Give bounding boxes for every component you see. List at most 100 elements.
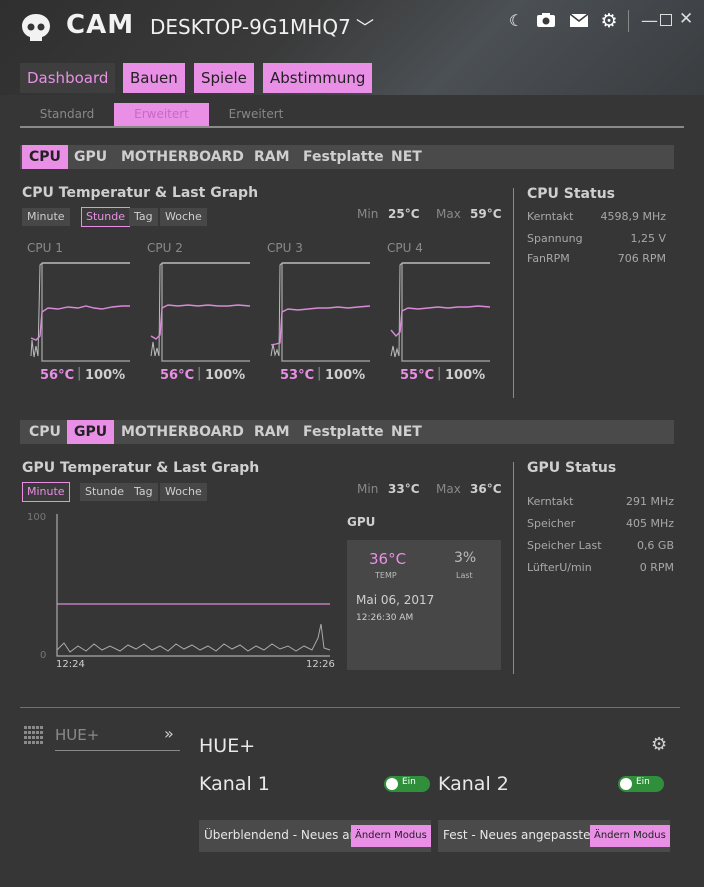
cpu4-graph xyxy=(388,260,492,364)
toggle-knob xyxy=(386,778,398,790)
cpu3-temp: 53°C xyxy=(280,368,315,383)
cpu1-label: CPU 1 xyxy=(27,241,63,255)
cpu-graph-title: CPU Temperatur & Last Graph xyxy=(22,185,259,201)
divider xyxy=(628,10,629,32)
cpu3-sep: | xyxy=(317,366,322,381)
gpu-graph-xstart: 12:24 xyxy=(56,659,85,670)
cpu4-load: 100% xyxy=(445,368,486,383)
camera-icon[interactable] xyxy=(536,12,556,28)
gpu-range-minute[interactable]: Minute xyxy=(22,482,70,502)
moon-icon[interactable]: ☾ xyxy=(506,11,526,31)
gpu-status-value: 405 MHz xyxy=(625,517,674,530)
gpu-status-value: 0,6 GB xyxy=(636,539,674,552)
cpu3-label: CPU 3 xyxy=(267,241,303,255)
cat-cpu[interactable]: CPU xyxy=(22,420,68,444)
toggle-label: Ein xyxy=(636,777,650,787)
cat-motherboard[interactable]: MOTHERBOARD xyxy=(114,420,251,444)
cpu-range-woche[interactable]: Woche xyxy=(160,208,207,226)
section-divider xyxy=(20,707,680,708)
gpu-range-woche[interactable]: Woche xyxy=(160,483,207,501)
channel2-toggle[interactable]: Ein xyxy=(618,776,664,792)
toggle-knob xyxy=(620,778,632,790)
tab-dashboard[interactable]: Dashboard xyxy=(20,63,116,93)
cpu-range-minute[interactable]: Minute xyxy=(22,208,70,226)
subtab-erweitert-active[interactable]: Erweitert xyxy=(114,103,209,126)
cpu1-load: 100% xyxy=(85,368,126,383)
cat-ram[interactable]: RAM xyxy=(247,145,297,169)
tab-spiele[interactable]: Spiele xyxy=(194,63,254,93)
gear-icon[interactable]: ⚙ xyxy=(651,734,667,755)
minimize-icon[interactable]: — xyxy=(641,11,658,31)
cat-festplatte[interactable]: Festplatte xyxy=(296,145,391,169)
cpu2-load: 100% xyxy=(205,368,246,383)
cpu4-sep: | xyxy=(437,366,442,381)
gpu-graph xyxy=(56,514,331,657)
grid-icon xyxy=(24,726,43,744)
cpu-range-tag[interactable]: Tag xyxy=(129,208,158,226)
gpu-min-label: Min xyxy=(357,482,379,496)
cpu-status-key: FanRPM xyxy=(527,252,570,265)
subtab-erweitert[interactable]: Erweitert xyxy=(209,103,303,126)
gpu-status-key: Speicher xyxy=(527,517,576,530)
close-icon[interactable]: ✕ xyxy=(679,9,693,29)
channel1-name: Kanal 1 xyxy=(199,773,270,795)
gpu-max-label: Max xyxy=(436,482,461,496)
maximize-icon[interactable] xyxy=(660,14,672,26)
gear-icon[interactable]: ⚙ xyxy=(599,11,619,31)
cpu-status-value: 1,25 V xyxy=(630,232,666,245)
gpu-status-value: 0 RPM xyxy=(639,561,674,574)
channel2-mode: Fest - Neues angepasstes xyxy=(443,828,593,842)
channel1-mode-box: Überblendend - Neues an Ändern Modus xyxy=(199,820,431,852)
cpu1-sep: | xyxy=(77,366,82,381)
gpu-range-stunde[interactable]: Stunde xyxy=(80,483,129,501)
cat-motherboard[interactable]: MOTHERBOARD xyxy=(114,145,251,169)
cpu-category-bar: CPU GPU MOTHERBOARD RAM Festplatte NET xyxy=(20,145,674,169)
cat-net[interactable]: NET xyxy=(384,420,429,444)
channel1-toggle[interactable]: Ein xyxy=(384,776,430,792)
cat-festplatte[interactable]: Festplatte xyxy=(296,420,391,444)
cpu-status-divider xyxy=(513,188,514,398)
cpu2-label: CPU 2 xyxy=(147,241,183,255)
gpu-card-date: Mai 06, 2017 xyxy=(356,593,435,607)
cat-net[interactable]: NET xyxy=(384,145,429,169)
gpu-status-title: GPU Status xyxy=(527,460,617,476)
cpu-status-value: 706 RPM xyxy=(617,252,666,265)
cat-ram[interactable]: RAM xyxy=(247,420,297,444)
gpu-card-temp: 36°C xyxy=(369,550,407,568)
cpu-min-label: Min xyxy=(357,207,379,221)
cpu-range-stunde[interactable]: Stunde xyxy=(81,207,130,227)
mail-icon[interactable] xyxy=(570,14,588,27)
tab-abstimmung[interactable]: Abstimmung xyxy=(263,63,373,93)
gpu-range-tag[interactable]: Tag xyxy=(129,483,158,501)
subtab-standard[interactable]: Standard xyxy=(20,103,114,126)
cpu1-temp: 56°C xyxy=(40,368,75,383)
chevron-down-icon[interactable]: ﹀ xyxy=(356,14,374,40)
gpu-card-heading: GPU xyxy=(347,515,376,529)
cpu2-graph xyxy=(148,260,252,364)
gpu-category-bar: CPU GPU MOTHERBOARD RAM Festplatte NET xyxy=(20,420,674,444)
cpu3-load: 100% xyxy=(325,368,366,383)
cat-cpu[interactable]: CPU xyxy=(22,145,68,169)
tab-bauen[interactable]: Bauen xyxy=(123,63,185,93)
device-name[interactable]: DESKTOP-9G1MHQ7 xyxy=(150,15,351,39)
channel2-name: Kanal 2 xyxy=(438,773,509,795)
cpu1-graph xyxy=(28,260,132,364)
gpu-min-value: 33°C xyxy=(388,482,420,496)
channel2-mode-box: Fest - Neues angepasstes Ändern Modus xyxy=(438,820,670,852)
cat-gpu[interactable]: GPU xyxy=(67,420,115,444)
channel1-change-mode-button[interactable]: Ändern Modus xyxy=(351,825,431,847)
hue-device-selector[interactable]: HUE+ xyxy=(55,726,99,744)
gpu-card-last-label: Last xyxy=(456,571,473,580)
gpu-status-key: Kerntakt xyxy=(527,495,574,508)
cpu4-label: CPU 4 xyxy=(387,241,423,255)
cpu2-temp: 56°C xyxy=(160,368,195,383)
gpu-graph-ymax: 100 xyxy=(27,512,47,523)
cpu-max-value: 59°C xyxy=(470,207,502,221)
toggle-label: Ein xyxy=(402,777,416,787)
cpu-min-value: 25°C xyxy=(388,207,420,221)
channel1-mode: Überblendend - Neues an xyxy=(204,828,352,842)
cat-gpu[interactable]: GPU xyxy=(67,145,114,169)
gpu-summary-card: 36°C TEMP 3% Last Mai 06, 2017 12:26:30 … xyxy=(347,540,501,670)
channel2-change-mode-button[interactable]: Ändern Modus xyxy=(590,825,670,847)
expand-icon[interactable]: » xyxy=(164,724,174,743)
